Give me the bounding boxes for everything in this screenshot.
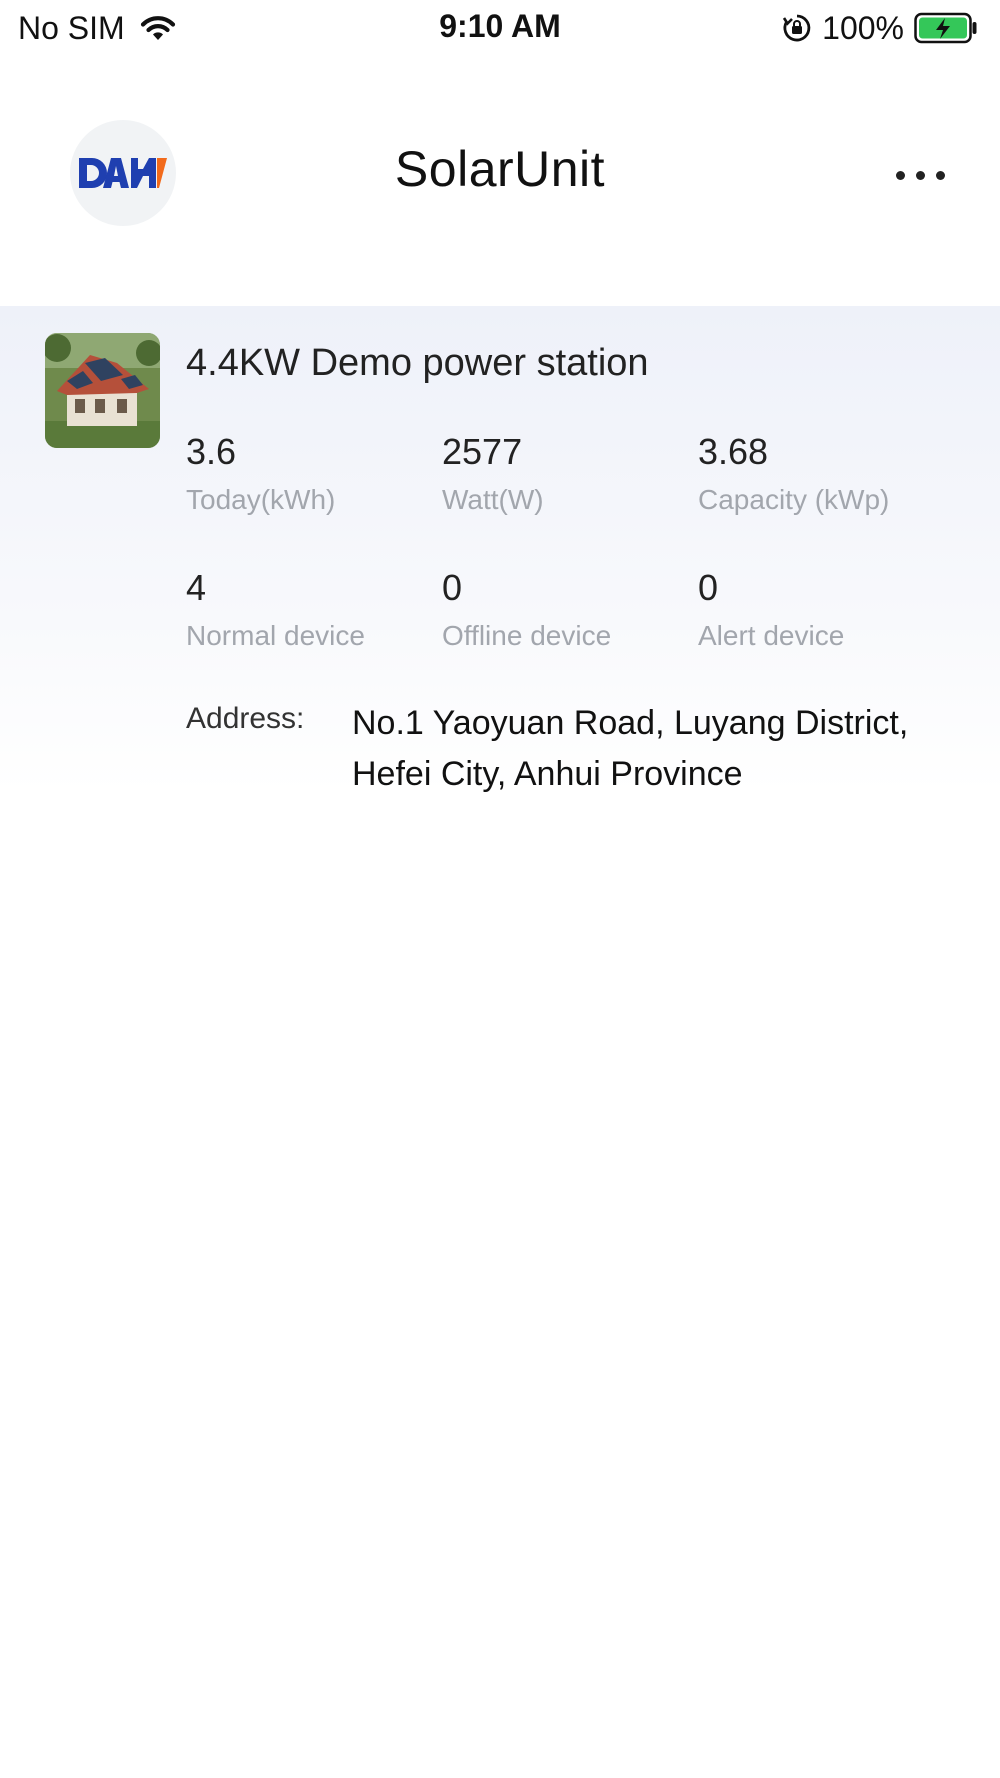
more-dot [915, 170, 925, 180]
stat-normal-device: 4 Normal device [186, 568, 426, 652]
more-dot [935, 170, 945, 180]
stat-watt: 2577 Watt(W) [442, 432, 682, 516]
station-photo [45, 333, 160, 448]
stat-value: 3.68 [698, 431, 769, 472]
stat-label: Watt(W) [442, 484, 544, 515]
battery-charging-icon [914, 12, 978, 44]
page-title: SolarUnit [394, 141, 606, 197]
stat-label: Alert device [698, 620, 845, 651]
station-name: 4.4KW Demo power station [186, 342, 649, 384]
stat-value: 3.6 [186, 431, 237, 472]
stat-value: 0 [698, 567, 719, 608]
app-header: SolarUnit [0, 110, 1000, 230]
stat-offline-device: 0 Offline device [442, 568, 682, 652]
stat-capacity: 3.68 Capacity (kWp) [698, 432, 938, 516]
more-horizontal-icon [895, 170, 905, 180]
status-bar: No SIM 9:10 AM 100% [0, 0, 1000, 56]
stat-label: Capacity (kWp) [698, 484, 890, 515]
address-label: Address: [186, 702, 305, 735]
stat-today-energy: 3.6 Today(kWh) [186, 432, 426, 516]
stat-value: 0 [442, 567, 463, 608]
lock-rotation-icon [782, 13, 812, 43]
app-screen: No SIM 9:10 AM 100% SolarUnit 4.4KW Demo… [0, 0, 1000, 1778]
stat-alert-device: 0 Alert device [698, 568, 938, 652]
stat-label: Normal device [186, 620, 365, 651]
stat-value: 2577 [442, 431, 523, 472]
status-right: 100% [782, 10, 978, 47]
stat-label: Offline device [442, 620, 612, 651]
wifi-icon [139, 14, 177, 42]
station-card[interactable]: 4.4KW Demo power station 3.6 Today(kWh) … [0, 306, 1000, 793]
battery-percent: 100% [822, 9, 904, 46]
more-options-button[interactable] [880, 150, 960, 200]
stat-value: 4 [186, 567, 207, 608]
address-value: No.1 Yaoyuan Road, Luyang District, Hefe… [352, 704, 909, 793]
status-left: No SIM [18, 10, 177, 47]
stat-label: Today(kWh) [186, 484, 336, 515]
carrier-label: No SIM [18, 9, 125, 46]
